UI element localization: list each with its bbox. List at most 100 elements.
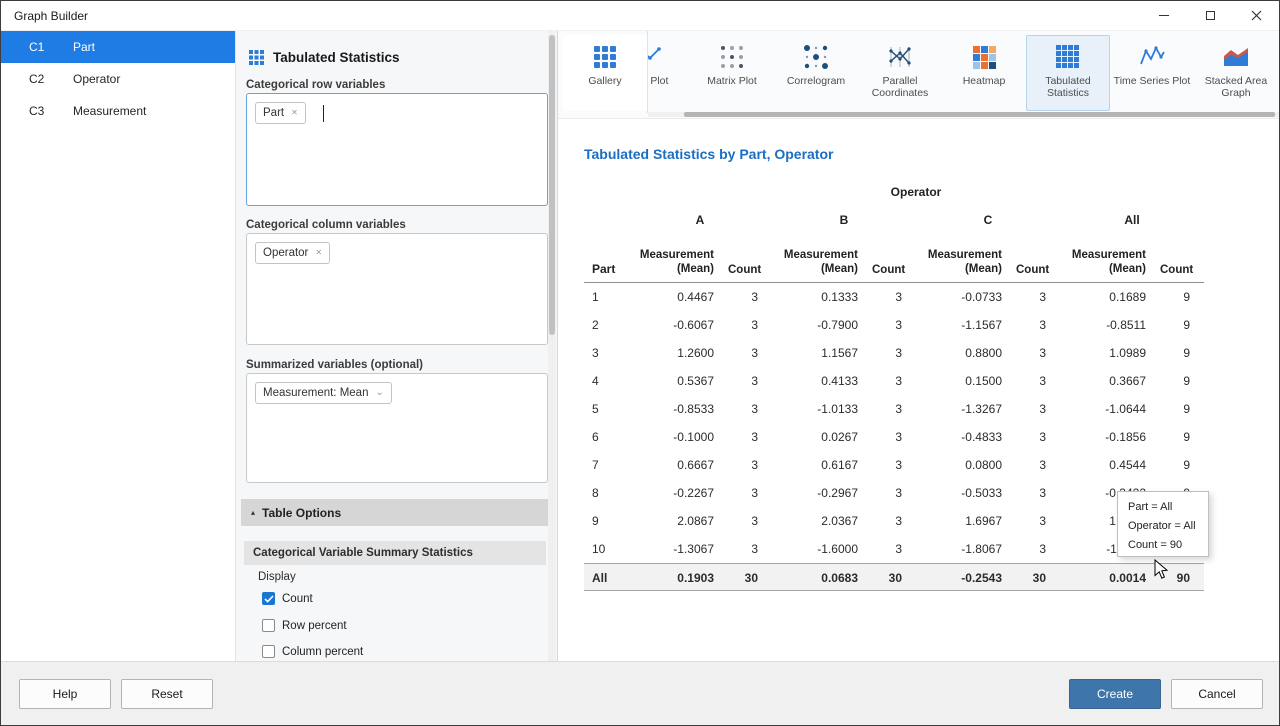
measurement-mean-cell: 0.5367: [628, 367, 728, 395]
measurement-mean-cell: -0.8511: [1060, 311, 1160, 339]
count-cell: 30: [872, 564, 916, 592]
gallery-item-correlogram[interactable]: Correlogram: [774, 35, 858, 111]
part-cell: 6: [584, 423, 628, 451]
gallery-item-time-series-plot[interactable]: Time Series Plot: [1110, 35, 1194, 111]
gallery-item-gallery[interactable]: Gallery: [563, 35, 647, 111]
gallery-item-label: Time Series Plot: [1111, 75, 1193, 87]
time-series-plot-icon: [1138, 44, 1166, 72]
gallery-horizontal-scrollbar[interactable]: [648, 112, 1280, 117]
report-title: Tabulated Statistics by Part, Operator: [584, 146, 833, 162]
measurement-mean-cell: 0.0014: [1060, 564, 1160, 592]
measurement-mean-header: Measurement(Mean): [628, 248, 728, 282]
count-header: Count: [1160, 264, 1204, 282]
table-options-header[interactable]: ▴ Table Options: [241, 499, 549, 526]
column-name: Operator: [73, 72, 120, 86]
count-cell: 3: [1016, 423, 1060, 451]
table-row: 10.446730.13333-0.073330.16899: [584, 283, 1204, 311]
chevron-down-icon[interactable]: ⌄: [375, 388, 383, 398]
minimize-button[interactable]: [1141, 1, 1187, 30]
measurement-mean-cell: -0.0733: [916, 283, 1016, 311]
variable-chip-operator[interactable]: Operator ✕: [255, 242, 330, 264]
graph-builder-window: Graph Builder C1 Part C2 Operator C3 Mea…: [0, 0, 1280, 726]
table-span-header-row: Operator: [584, 179, 1204, 205]
gallery-item-stacked-area-graph[interactable]: Stacked Area Graph: [1194, 35, 1278, 111]
measurement-mean-cell: -0.7900: [772, 311, 872, 339]
table-row: 6-0.100030.02673-0.48333-0.18569: [584, 423, 1204, 451]
gallery-item-label: Stacked Area Graph: [1195, 75, 1277, 99]
collapse-icon: ▴: [251, 508, 255, 517]
close-button[interactable]: [1233, 1, 1279, 30]
stacked-area-graph-icon: [1222, 44, 1250, 72]
table-row: 5-0.85333-1.01333-1.32673-1.06449: [584, 395, 1204, 423]
count-cell: 9: [1160, 311, 1204, 339]
tooltip-line: Count = 90: [1128, 536, 1208, 555]
measurement-mean-cell: -1.0133: [772, 395, 872, 423]
count-cell: 3: [872, 339, 916, 367]
sidebar-item-operator[interactable]: C2 Operator: [1, 63, 235, 95]
help-button[interactable]: Help: [19, 679, 111, 709]
count-cell: 3: [1016, 479, 1060, 507]
display-label: Display: [258, 571, 296, 583]
checkbox-count[interactable]: Count: [262, 592, 313, 605]
chip-label: Operator: [263, 247, 308, 259]
checkbox-unchecked-icon: [262, 619, 275, 632]
count-cell: 3: [872, 479, 916, 507]
count-cell: 3: [872, 451, 916, 479]
tabulated-statistics-icon: [1054, 44, 1082, 72]
count-cell: 9: [1160, 339, 1204, 367]
gallery-item-heatmap[interactable]: Heatmap: [942, 35, 1026, 111]
part-cell: 10: [584, 535, 628, 563]
summarized-variables-box[interactable]: Measurement: Mean ⌄: [246, 373, 548, 483]
measurement-mean-cell: -0.1856: [1060, 423, 1160, 451]
table-row: 92.086732.036731.696731.94009: [584, 507, 1204, 535]
sidebar-item-part[interactable]: C1 Part: [1, 31, 235, 63]
gallery-item-label: Gallery: [564, 75, 646, 87]
graph-gallery: Gallery Line Plot: [558, 31, 1280, 119]
measurement-mean-cell: 0.6167: [772, 451, 872, 479]
sidebar-item-measurement[interactable]: C3 Measurement: [1, 95, 235, 127]
builder-panel: Tabulated Statistics Categorical row var…: [236, 31, 558, 661]
measurement-mean-cell: 1.1567: [772, 339, 872, 367]
chip-label: Measurement: Mean: [263, 387, 368, 399]
gallery-item-label: Tabulated Statistics: [1027, 75, 1109, 99]
measurement-mean-cell: 0.4467: [628, 283, 728, 311]
measurement-mean-cell: 0.3667: [1060, 367, 1160, 395]
part-cell: 4: [584, 367, 628, 395]
maximize-button[interactable]: [1187, 1, 1233, 30]
measurement-mean-cell: -0.8533: [628, 395, 728, 423]
measurement-mean-cell: 1.2600: [628, 339, 728, 367]
gallery-item-parallel-coordinates[interactable]: Parallel Coordinates: [858, 35, 942, 111]
count-cell: 3: [1016, 395, 1060, 423]
row-variables-label: Categorical row variables: [246, 79, 385, 91]
heatmap-icon: [970, 44, 998, 72]
scrollbar-thumb[interactable]: [549, 35, 555, 335]
create-button[interactable]: Create: [1069, 679, 1161, 709]
gallery-item-tabulated-statistics[interactable]: Tabulated Statistics: [1026, 35, 1110, 111]
variable-chip-part[interactable]: Part ✕: [255, 102, 306, 124]
checkbox-row-percent[interactable]: Row percent: [262, 619, 347, 632]
cancel-button[interactable]: Cancel: [1171, 679, 1263, 709]
variable-chip-measurement-mean[interactable]: Measurement: Mean ⌄: [255, 382, 392, 404]
gallery-item-matrix-plot[interactable]: Matrix Plot: [690, 35, 774, 111]
remove-icon[interactable]: ✕: [315, 249, 322, 257]
reset-button[interactable]: Reset: [121, 679, 213, 709]
count-cell: 3: [1016, 283, 1060, 311]
measurement-mean-cell: -1.0644: [1060, 395, 1160, 423]
count-cell: 3: [872, 423, 916, 451]
count-cell: 3: [728, 367, 772, 395]
gallery-item-label: Heatmap: [943, 75, 1025, 87]
remove-icon[interactable]: ✕: [291, 109, 298, 117]
worksheet-columns-sidebar: C1 Part C2 Operator C3 Measurement: [1, 31, 236, 661]
measurement-mean-cell: 0.6667: [628, 451, 728, 479]
gallery-item-line-plot[interactable]: Line Plot: [648, 35, 690, 111]
measurement-mean-cell: -1.6000: [772, 535, 872, 563]
measurement-mean-cell: -0.2967: [772, 479, 872, 507]
checkbox-column-percent[interactable]: Column percent: [262, 645, 363, 658]
count-cell: 3: [1016, 339, 1060, 367]
categorical-row-variables-box[interactable]: Part ✕: [246, 93, 548, 206]
count-cell: 3: [1016, 535, 1060, 563]
scrollbar-thumb[interactable]: [684, 112, 1275, 117]
categorical-column-variables-box[interactable]: Operator ✕: [246, 233, 548, 345]
builder-panel-scrollbar[interactable]: [548, 31, 556, 661]
table-row: All0.1903300.068330-0.2543300.001490: [584, 563, 1204, 591]
